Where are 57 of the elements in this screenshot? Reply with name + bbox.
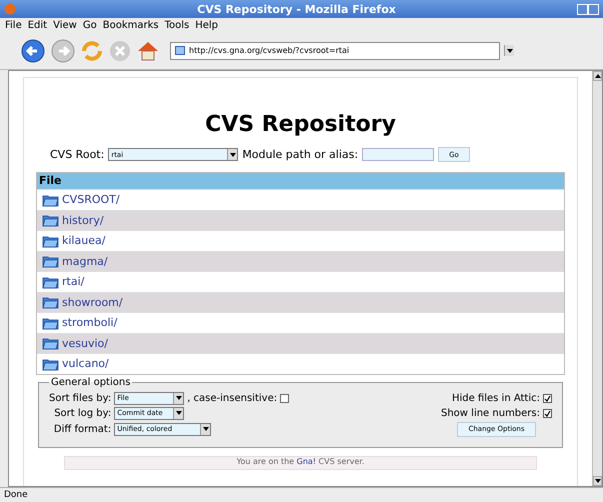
folder-link[interactable]: magma/ bbox=[62, 254, 108, 268]
folder-icon bbox=[42, 316, 59, 330]
folder-link[interactable]: stromboli/ bbox=[62, 316, 118, 330]
field-label: Module path or alias: bbox=[242, 148, 358, 161]
menu-item[interactable]: Bookmarks bbox=[102, 20, 159, 30]
page-icon bbox=[175, 46, 185, 55]
field-label: Sort files by: bbox=[49, 392, 112, 404]
column-header: File bbox=[37, 173, 564, 189]
panel-legend: General options bbox=[49, 376, 132, 388]
status-text: Done bbox=[0, 487, 603, 502]
address-field[interactable]: http://cvs.gna.org/cvsweb/?cvsroot=rtai bbox=[170, 42, 500, 60]
module-input[interactable] bbox=[362, 148, 434, 161]
scroll-up-icon[interactable] bbox=[594, 74, 600, 78]
window-title: CVS Repository - Mozilla Firefox bbox=[196, 2, 397, 16]
menu-item[interactable]: Go bbox=[82, 20, 97, 30]
checkbox[interactable] bbox=[280, 394, 290, 402]
folder-link[interactable]: vesuvio/ bbox=[62, 336, 108, 350]
menu-item[interactable]: Edit bbox=[28, 20, 48, 30]
scroll-down-icon[interactable] bbox=[594, 479, 600, 483]
folder-icon bbox=[42, 356, 59, 371]
checkbox[interactable] bbox=[543, 394, 552, 402]
folder-icon bbox=[42, 234, 59, 248]
page-heading: CVS Repository bbox=[204, 112, 397, 137]
checkbox[interactable] bbox=[543, 408, 552, 418]
folder-link[interactable]: showroom/ bbox=[62, 296, 123, 309]
field-label: Show line numbers: bbox=[441, 408, 540, 418]
caret-icon[interactable] bbox=[506, 48, 512, 52]
folder-icon bbox=[42, 254, 59, 268]
footer-text: You are on the Gna! CVS server. bbox=[236, 456, 364, 466]
field-label: CVS Root: bbox=[50, 148, 104, 161]
menu-item[interactable]: Help bbox=[195, 20, 218, 30]
folder-link[interactable]: rtai/ bbox=[62, 275, 84, 288]
caret-icon[interactable] bbox=[230, 152, 236, 156]
folder-link[interactable]: CVSROOT/ bbox=[62, 193, 120, 206]
folder-icon bbox=[42, 192, 59, 207]
caret-icon[interactable] bbox=[176, 396, 182, 400]
folder-link[interactable]: history/ bbox=[62, 214, 104, 227]
menu-item[interactable]: View bbox=[53, 20, 77, 30]
field-label: , case-insensitive: bbox=[187, 392, 278, 404]
folder-icon bbox=[42, 213, 59, 228]
menu-item[interactable]: File bbox=[5, 20, 22, 30]
minimize-button[interactable] bbox=[577, 4, 588, 14]
folder-link[interactable]: vulcano/ bbox=[62, 357, 109, 370]
folder-link[interactable]: kilauea/ bbox=[62, 234, 106, 248]
field-label: Sort log by: bbox=[53, 408, 112, 418]
maximize-button[interactable] bbox=[588, 4, 599, 14]
caret-icon[interactable] bbox=[202, 427, 209, 431]
scrollbar[interactable] bbox=[592, 71, 602, 486]
field-label: Diff format: bbox=[52, 424, 112, 434]
gna-link[interactable]: Gna! bbox=[296, 456, 316, 466]
menu-item[interactable]: Tools bbox=[164, 20, 190, 30]
field-label: Hide files in Attic: bbox=[450, 392, 540, 404]
folder-icon bbox=[42, 274, 59, 289]
folder-icon bbox=[42, 336, 59, 350]
folder-icon bbox=[42, 295, 59, 310]
back-icon[interactable] bbox=[20, 38, 46, 64]
caret-icon[interactable] bbox=[176, 411, 182, 415]
